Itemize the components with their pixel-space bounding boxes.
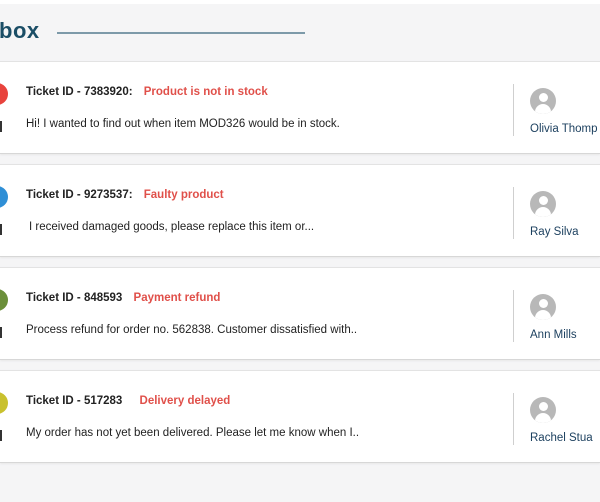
- ticket-header: Ticket ID - 517283 Delivery delayed: [26, 395, 230, 411]
- ticket-id-label: Ticket ID -: [26, 395, 84, 407]
- ticket-id: 517283: [83, 395, 123, 407]
- assignee-name[interactable]: Olivia Thomp: [530, 123, 598, 135]
- ticket-preview: Process refund for order no. 562838. Cus…: [26, 324, 358, 336]
- page-title: box: [0, 18, 40, 43]
- ticket-header: Ticket ID - 7383920: Product is not in s…: [26, 86, 268, 102]
- ticket-card[interactable]: Ticket ID - 9273537: Faulty product I re…: [0, 164, 600, 257]
- ticket-preview: My order has not yet been delivered. Ple…: [26, 427, 360, 439]
- user-avatar-icon[interactable]: [530, 294, 556, 320]
- ticket-card[interactable]: Ticket ID - 517283 Delivery delayed My o…: [0, 370, 600, 463]
- ticket-header: Ticket ID - 848593 Payment refund: [26, 292, 220, 308]
- checkbox-edge[interactable]: [0, 430, 2, 441]
- ticket-subject[interactable]: Faulty product: [144, 189, 224, 201]
- ticket-id: 848593: [83, 292, 123, 304]
- ticket-id: 9273537:: [83, 189, 133, 201]
- top-strip: [0, 0, 600, 4]
- ticket-preview: Hi! I wanted to find out when item MOD32…: [26, 118, 340, 130]
- ticket-preview: I received damaged goods, please replace…: [29, 221, 315, 233]
- title-underline: [57, 32, 305, 34]
- assignee-name[interactable]: Rachel Stua: [530, 432, 593, 444]
- ticket-subject[interactable]: Product is not in stock: [144, 86, 268, 98]
- status-indicator-icon: [0, 289, 8, 311]
- user-avatar-icon[interactable]: [530, 191, 556, 217]
- user-avatar-icon[interactable]: [530, 397, 556, 423]
- status-indicator-icon: [0, 83, 8, 105]
- ticket-subject[interactable]: Payment refund: [134, 292, 221, 304]
- checkbox-edge[interactable]: [0, 327, 2, 338]
- card-divider: [513, 84, 514, 136]
- checkbox-edge[interactable]: [0, 224, 2, 235]
- ticket-id-label: Ticket ID -: [26, 189, 84, 201]
- assignee-name[interactable]: Ray Silva: [530, 226, 579, 238]
- status-indicator-icon: [0, 186, 8, 208]
- ticket-id-label: Ticket ID -: [26, 292, 84, 304]
- ticket-id: 7383920:: [83, 86, 133, 98]
- ticket-header: Ticket ID - 9273537: Faulty product: [26, 189, 224, 205]
- ticket-card[interactable]: Ticket ID - 848593 Payment refund Proces…: [0, 267, 600, 360]
- ticket-subject[interactable]: Delivery delayed: [140, 395, 231, 407]
- card-divider: [513, 290, 514, 342]
- assignee-name[interactable]: Ann Mills: [530, 329, 577, 341]
- ticket-id-label: Ticket ID -: [26, 86, 84, 98]
- card-divider: [513, 393, 514, 445]
- status-indicator-icon: [0, 392, 8, 414]
- checkbox-edge[interactable]: [0, 121, 2, 132]
- user-avatar-icon[interactable]: [530, 88, 556, 114]
- card-divider: [513, 187, 514, 239]
- ticket-card[interactable]: Ticket ID - 7383920: Product is not in s…: [0, 61, 600, 154]
